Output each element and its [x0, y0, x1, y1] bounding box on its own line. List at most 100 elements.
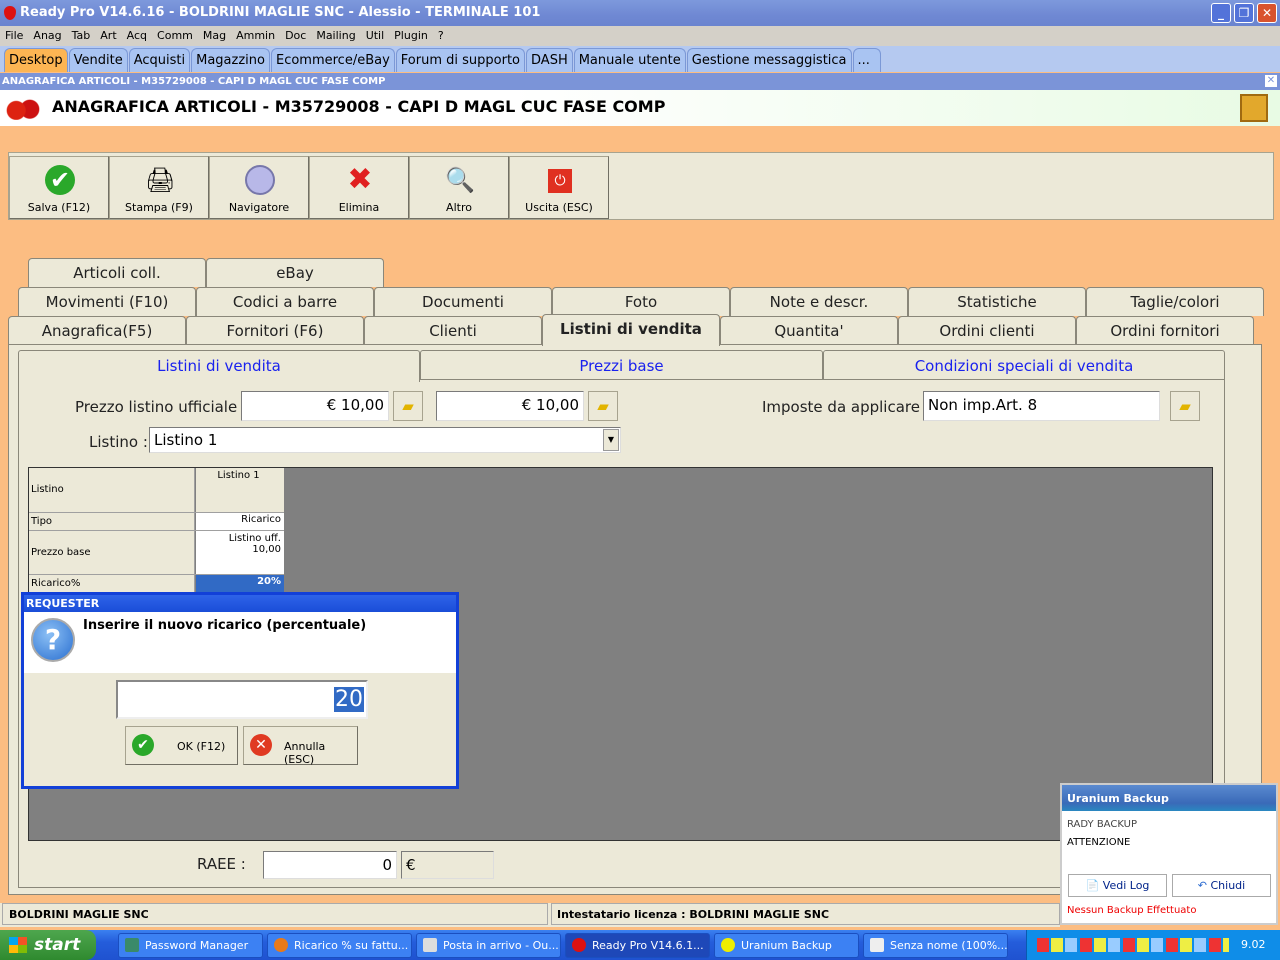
close-button[interactable]: ✕: [1257, 3, 1277, 23]
menu-util[interactable]: Util: [366, 29, 384, 42]
navigator-button[interactable]: Navigatore: [209, 156, 309, 219]
tab-movimenti[interactable]: Movimenti (F10): [18, 287, 196, 316]
folder-icon[interactable]: ▰: [1170, 391, 1200, 421]
menu-help[interactable]: ?: [438, 29, 444, 42]
tray-icons[interactable]: [1037, 938, 1229, 952]
module-tab-vendite[interactable]: Vendite: [68, 48, 128, 72]
grid-row-label: Prezzo base: [29, 531, 195, 574]
uranium-backup-popup: Uranium Backup RADY BACKUP ATTENZIONE 📄 …: [1060, 783, 1278, 925]
module-tab-ecommerce[interactable]: Ecommerce/eBay: [270, 48, 395, 72]
grid-cell-line: Listino uff.: [228, 533, 281, 544]
taskbar-item-label: Ricarico % su fattu...: [294, 939, 409, 952]
taskbar-item[interactable]: Ricarico % su fattu...: [267, 933, 412, 958]
chevron-down-icon[interactable]: ▼: [603, 429, 619, 451]
vedi-log-button[interactable]: 📄 Vedi Log: [1068, 874, 1167, 897]
document-title: ANAGRAFICA ARTICOLI - M35729008 - CAPI D…: [2, 76, 386, 87]
ok-button[interactable]: ✔ OK (F12): [125, 726, 238, 765]
start-button[interactable]: start: [0, 930, 96, 960]
windows-logo-icon: [9, 937, 27, 953]
subtab-prezzi-base[interactable]: Prezzi base: [420, 350, 823, 380]
firefox-icon: [274, 938, 288, 952]
tab-taglie-colori[interactable]: Taglie/colori: [1086, 287, 1264, 316]
grid-row-label: Listino: [29, 468, 195, 512]
menu-doc[interactable]: Doc: [285, 29, 306, 42]
document-close-button[interactable]: ✕: [1265, 75, 1277, 87]
taskbar: start Password Manager Ricarico % su fat…: [0, 930, 1280, 960]
uranium-title: Uranium Backup: [1062, 785, 1276, 811]
taskbar-item[interactable]: Uranium Backup: [714, 933, 859, 958]
menu-ammin[interactable]: Ammin: [236, 29, 275, 42]
tab-clienti[interactable]: Clienti: [364, 316, 542, 345]
grid-cell[interactable]: Ricarico: [196, 513, 284, 530]
menu-file[interactable]: File: [5, 29, 23, 42]
taskbar-item[interactable]: Posta in arrivo - Ou...: [416, 933, 561, 958]
delete-button[interactable]: ✖ Elimina: [309, 156, 409, 219]
module-tab-magazzino[interactable]: Magazzino: [191, 48, 270, 72]
imposte-field[interactable]: Non imp.Art. 8: [923, 391, 1160, 421]
menu-comm[interactable]: Comm: [157, 29, 193, 42]
prezzo-field-2[interactable]: € 10,00: [436, 391, 584, 421]
listino-value: Listino 1: [154, 431, 218, 449]
exit-button[interactable]: ⏻ Uscita (ESC): [509, 156, 609, 219]
raee-field[interactable]: 0: [263, 851, 397, 879]
chiudi-button[interactable]: ↶ Chiudi: [1172, 874, 1271, 897]
tab-fornitori[interactable]: Fornitori (F6): [186, 316, 364, 345]
module-tab-manuale[interactable]: Manuale utente: [573, 48, 686, 72]
grid-row-tipo: Tipo Ricarico: [29, 513, 284, 531]
cancel-x-icon: ✕: [250, 734, 272, 756]
tab-ebay[interactable]: eBay: [206, 258, 384, 287]
subtab-condizioni[interactable]: Condizioni speciali di vendita: [823, 350, 1225, 380]
navigator-label: Navigatore: [228, 201, 290, 214]
tab-quantita[interactable]: Quantita': [720, 316, 898, 345]
save-button[interactable]: ✔ Salva (F12): [9, 156, 109, 219]
cancel-button[interactable]: ✕ Annulla (ESC): [243, 726, 358, 766]
outlook-icon: [423, 938, 437, 952]
taskbar-item-label: Senza nome (100%...: [890, 939, 1008, 952]
tab-foto[interactable]: Foto: [552, 287, 730, 316]
module-tab-desktop[interactable]: Desktop: [4, 48, 68, 72]
menu-anag[interactable]: Anag: [33, 29, 61, 42]
menu-mag[interactable]: Mag: [203, 29, 226, 42]
other-button[interactable]: 🔍 Altro: [409, 156, 509, 219]
grid-cell[interactable]: Listino uff. 10,00: [196, 531, 284, 574]
imposte-label: Imposte da applicare :: [762, 398, 930, 416]
tab-anagrafica[interactable]: Anagrafica(F5): [8, 316, 186, 345]
module-tab-more[interactable]: ...: [852, 48, 881, 72]
folder-icon[interactable]: ▰: [393, 391, 423, 421]
taskbar-item[interactable]: Password Manager: [118, 933, 263, 958]
menu-art[interactable]: Art: [100, 29, 116, 42]
tab-statistiche[interactable]: Statistiche: [908, 287, 1086, 316]
tab-documenti[interactable]: Documenti: [374, 287, 552, 316]
ricarico-input[interactable]: 20: [116, 680, 368, 719]
restore-button[interactable]: ❐: [1234, 3, 1254, 23]
tab-ordini-clienti[interactable]: Ordini clienti: [898, 316, 1076, 345]
module-tab-forum[interactable]: Forum di supporto: [395, 48, 526, 72]
delete-label: Elimina: [338, 201, 380, 214]
undo-icon: ↶: [1197, 879, 1211, 892]
module-tab-acquisti[interactable]: Acquisti: [128, 48, 191, 72]
subtab-listini[interactable]: Listini di vendita: [18, 350, 420, 382]
grid-column-header: Listino 1: [196, 468, 284, 512]
minimize-button[interactable]: _: [1211, 3, 1231, 23]
tab-articoli-coll[interactable]: Articoli coll.: [28, 258, 206, 287]
module-tab-messaggistica[interactable]: Gestione messaggistica: [686, 48, 852, 72]
tab-ordini-fornitori[interactable]: Ordini fornitori: [1076, 316, 1254, 345]
tab-note[interactable]: Note e descr.: [730, 287, 908, 316]
taskbar-item-active[interactable]: Ready Pro V14.6.1...: [565, 933, 710, 958]
menu-acq[interactable]: Acq: [127, 29, 147, 42]
vedi-log-label: Vedi Log: [1102, 879, 1150, 892]
print-button[interactable]: 🖨 Stampa (F9): [109, 156, 209, 219]
prezzo-field-1[interactable]: € 10,00: [241, 391, 389, 421]
menu-mailing[interactable]: Mailing: [316, 29, 355, 42]
system-tray: 9.02: [1026, 930, 1280, 960]
menu-tab[interactable]: Tab: [72, 29, 91, 42]
folder-icon[interactable]: ▰: [588, 391, 618, 421]
tab-codici-barre[interactable]: Codici a barre: [196, 287, 374, 316]
taskbar-item[interactable]: Senza nome (100%...: [863, 933, 1008, 958]
module-tab-dash[interactable]: DASH: [526, 48, 573, 72]
grid-cell-selected[interactable]: 20%: [196, 575, 284, 592]
tab-listini-vendita[interactable]: Listini di vendita: [542, 314, 720, 346]
prezzo-label: Prezzo listino ufficiale :: [75, 398, 248, 416]
menu-plugin[interactable]: Plugin: [394, 29, 428, 42]
listino-select[interactable]: Listino 1 ▼: [149, 427, 621, 453]
